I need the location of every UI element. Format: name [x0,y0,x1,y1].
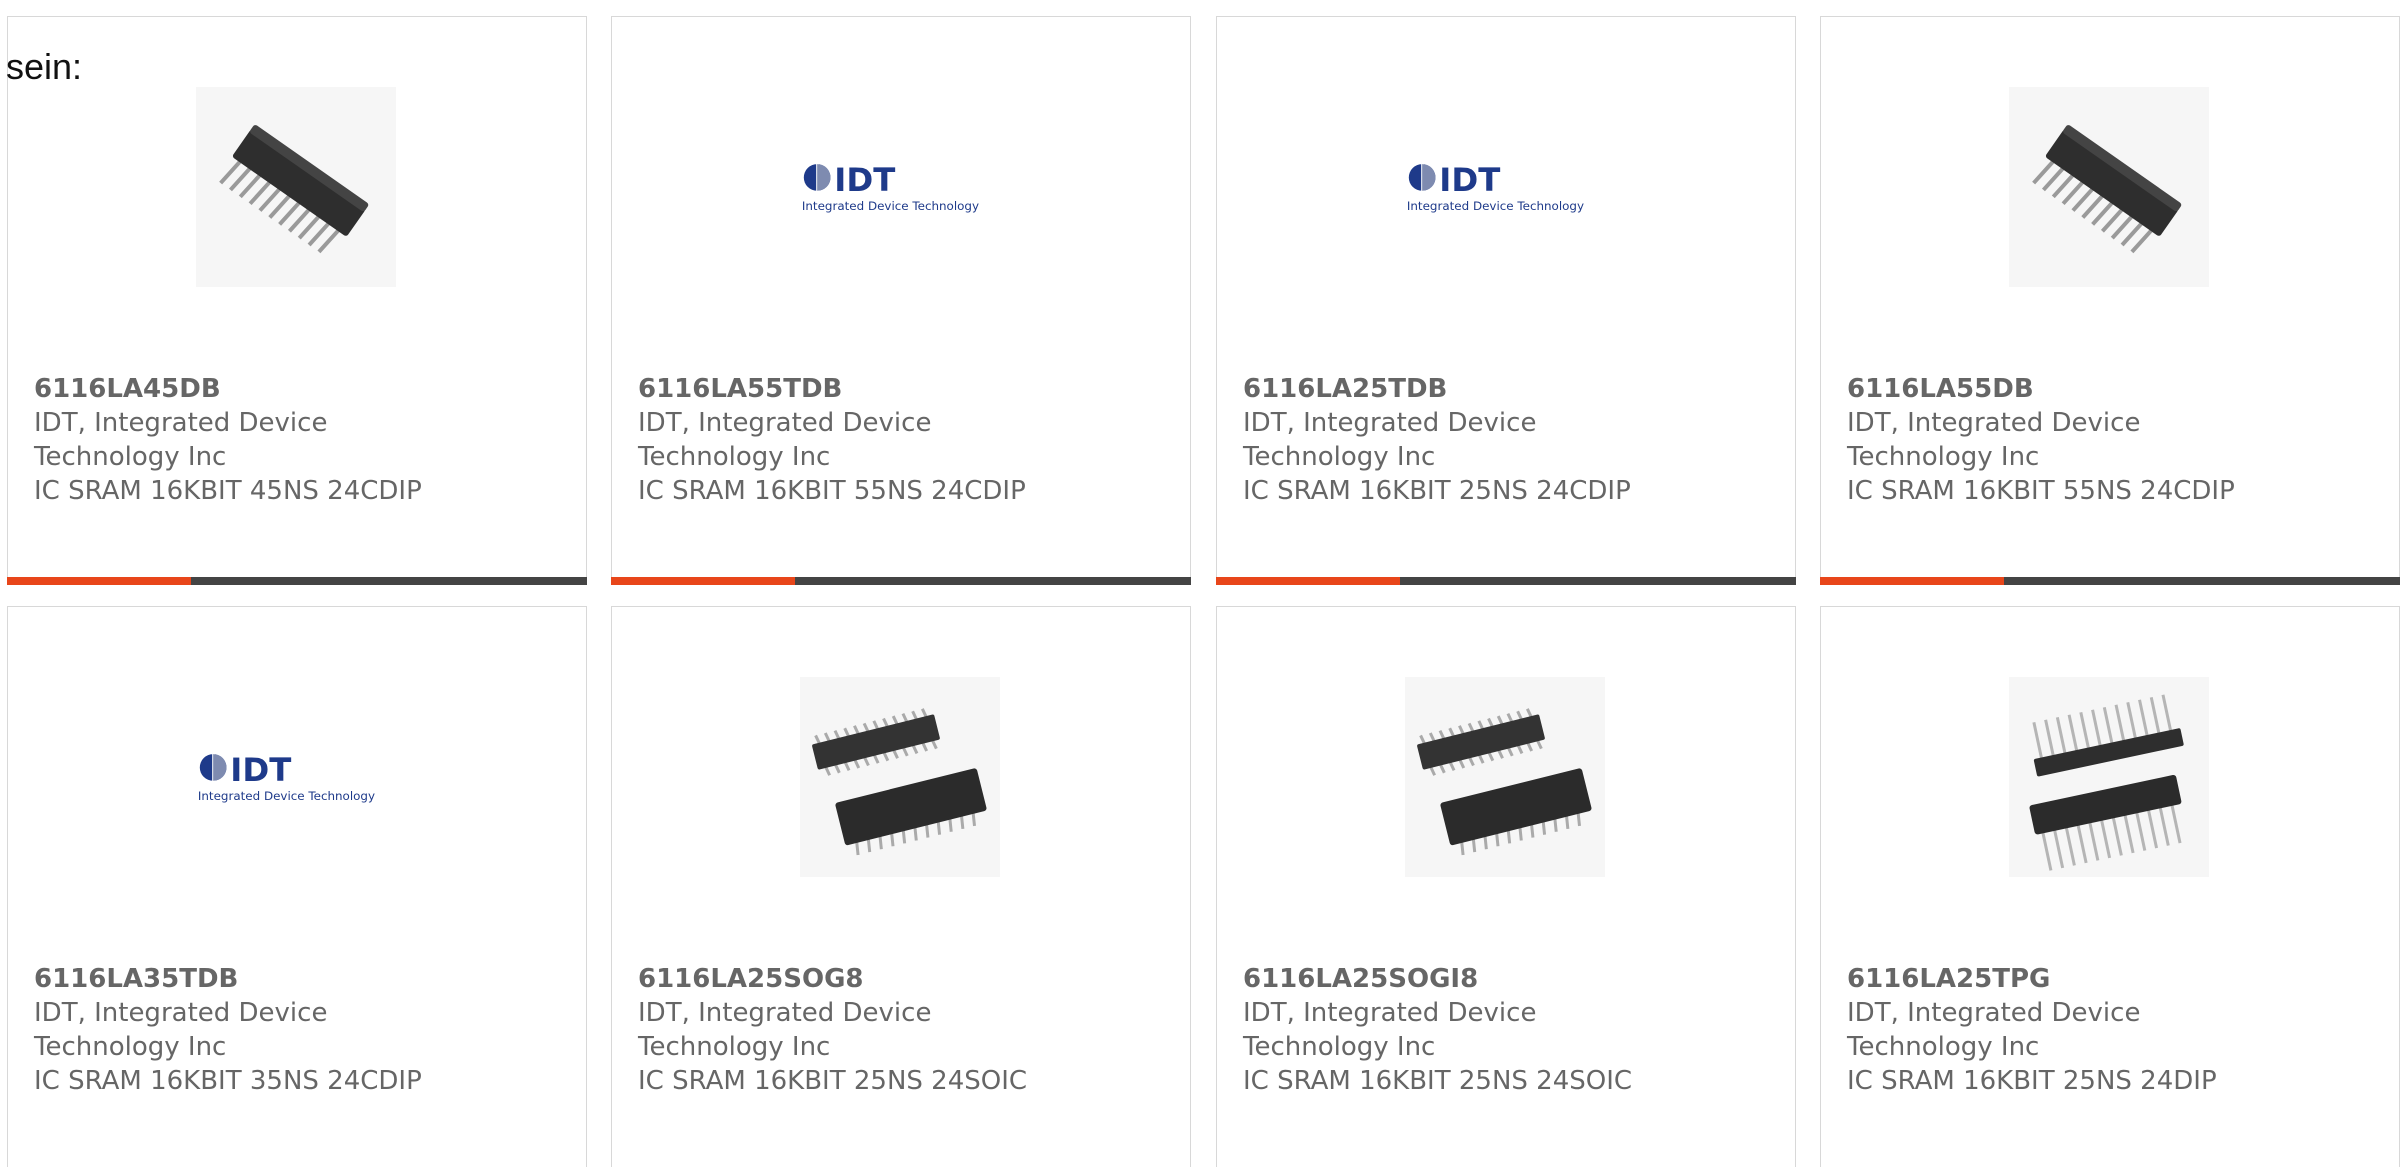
card-accent-bar [1216,577,1400,585]
product-part-number[interactable]: 6116LA55DB [1847,372,2387,406]
product-description: IC SRAM 16KBIT 25NS 24CDIP [1243,476,1631,506]
product-info: 6116LA35TDB IDT, Integrated Device Technol… [34,962,574,1098]
idt-logo-tagline: Integrated Device Technology [802,199,979,213]
intro-text: sein: [6,46,83,87]
product-info: 6116LA55TDB IDT, Integrated Device Technol… [638,372,1178,508]
product-description: IC SRAM 16KBIT 25NS 24DIP [1847,1066,2217,1096]
idt-logo: IDT Integrated Device Technology [198,751,375,803]
idt-logo: IDT Integrated Device Technology [1407,161,1584,213]
product-card[interactable]: 6116LA55DB IDT, Integrated Device Technolo… [1820,16,2400,585]
soic-chip-icon [1405,677,1605,877]
product-info: 6116LA25SOG8 IDT, Integrated Device Techno… [638,962,1178,1098]
product-manufacturer-line1: IDT, Integrated Device [1243,408,1537,438]
product-manufacturer-line2: Technology Inc [34,1032,227,1062]
idt-logo-brand: IDT [230,751,291,789]
idt-logo-tagline: Integrated Device Technology [198,789,375,803]
product-grid: 6116LA45DB IDT, Integrated Device Technolo… [0,0,2400,1167]
card-accent-bar [1820,577,2004,585]
product-manufacturer-line2: Technology Inc [1243,442,1436,472]
product-image[interactable]: IDT Integrated Device Technology [196,677,396,877]
idt-logo: IDT Integrated Device Technology [802,161,979,213]
soic-chip-icon [800,677,1000,877]
product-part-number[interactable]: 6116LA25SOG8 [638,962,1178,996]
product-image[interactable] [196,87,396,287]
product-manufacturer-line1: IDT, Integrated Device [34,998,328,1028]
product-info: 6116LA45DB IDT, Integrated Device Technolo… [34,372,574,508]
product-listing-page: sein: 6116LA45DB IDT, Integrated Device Te… [0,0,2400,1167]
product-image[interactable] [2009,677,2209,877]
product-manufacturer-line1: IDT, Integrated Device [638,408,932,438]
product-image[interactable]: IDT Integrated Device Technology [1405,87,1605,287]
product-manufacturer-line1: IDT, Integrated Device [1847,998,2141,1028]
product-image[interactable] [2009,87,2209,287]
product-manufacturer-line1: IDT, Integrated Device [1847,408,2141,438]
product-card[interactable]: 6116LA25SOG8 IDT, Integrated Device Techno… [611,606,1191,1167]
dip-chip-icon [2009,87,2209,287]
product-manufacturer-line2: Technology Inc [34,442,227,472]
idt-logo-tagline: Integrated Device Technology [1407,199,1584,213]
card-bottom-bar [1216,577,1796,585]
product-info: 6116LA25SOGI8 IDT, Integrated Device Techn… [1243,962,1783,1098]
product-card[interactable]: IDT Integrated Device Technology 6116LA5… [611,16,1191,585]
product-part-number[interactable]: 6116LA25SOGI8 [1243,962,1783,996]
product-description: IC SRAM 16KBIT 45NS 24CDIP [34,476,422,506]
product-card[interactable]: 6116LA45DB IDT, Integrated Device Technolo… [7,16,587,585]
card-bottom-bar [611,577,1191,585]
dip-chip-icon [196,87,396,287]
product-description: IC SRAM 16KBIT 25NS 24SOIC [638,1066,1028,1096]
product-description: IC SRAM 16KBIT 55NS 24CDIP [1847,476,2235,506]
product-info: 6116LA25TDB IDT, Integrated Device Technol… [1243,372,1783,508]
dip-pair-chip-icon [2009,677,2209,877]
product-manufacturer-line2: Technology Inc [1847,1032,2040,1062]
product-image[interactable] [800,677,1000,877]
card-accent-bar [7,577,191,585]
product-card[interactable]: IDT Integrated Device Technology 6116LA2… [1216,16,1796,585]
product-image[interactable]: IDT Integrated Device Technology [800,87,1000,287]
product-image[interactable] [1405,677,1605,877]
idt-logo-brand: IDT [1439,161,1500,199]
product-info: 6116LA25TPG IDT, Integrated Device Technol… [1847,962,2387,1098]
product-manufacturer-line1: IDT, Integrated Device [34,408,328,438]
idt-logo-brand: IDT [834,161,895,199]
product-description: IC SRAM 16KBIT 35NS 24CDIP [34,1066,422,1096]
product-part-number[interactable]: 6116LA45DB [34,372,574,406]
product-part-number[interactable]: 6116LA25TPG [1847,962,2387,996]
product-part-number[interactable]: 6116LA55TDB [638,372,1178,406]
card-accent-bar [611,577,795,585]
product-info: 6116LA55DB IDT, Integrated Device Technolo… [1847,372,2387,508]
card-bottom-bar [1820,577,2400,585]
product-manufacturer-line2: Technology Inc [1243,1032,1436,1062]
product-manufacturer-line2: Technology Inc [1847,442,2040,472]
product-card[interactable]: 6116LA25TPG IDT, Integrated Device Technol… [1820,606,2400,1167]
product-manufacturer-line2: Technology Inc [638,1032,831,1062]
product-card[interactable]: IDT Integrated Device Technology 6116LA3… [7,606,587,1167]
product-manufacturer-line1: IDT, Integrated Device [1243,998,1537,1028]
product-card[interactable]: 6116LA25SOGI8 IDT, Integrated Device Techn… [1216,606,1796,1167]
card-bottom-bar [7,577,587,585]
product-manufacturer-line1: IDT, Integrated Device [638,998,932,1028]
product-part-number[interactable]: 6116LA25TDB [1243,372,1783,406]
product-manufacturer-line2: Technology Inc [638,442,831,472]
product-description: IC SRAM 16KBIT 25NS 24SOIC [1243,1066,1633,1096]
product-part-number[interactable]: 6116LA35TDB [34,962,574,996]
product-description: IC SRAM 16KBIT 55NS 24CDIP [638,476,1026,506]
